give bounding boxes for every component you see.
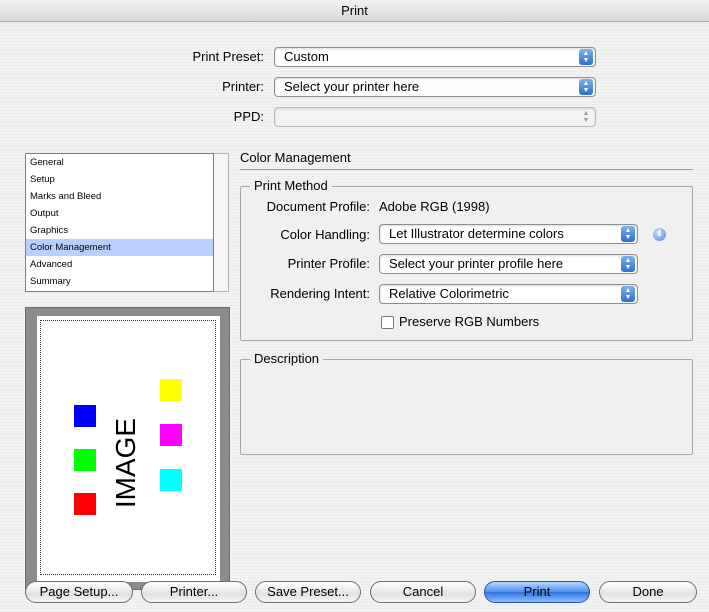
sidebar-item-setup[interactable]: Setup: [26, 171, 213, 188]
preview-page: IMAGE: [37, 316, 220, 582]
color-handling-label: Color Handling:: [280, 227, 370, 242]
preview-swatch-blue: [74, 405, 96, 427]
print-preset-value: Custom: [284, 49, 329, 64]
printer-profile-popup[interactable]: Select your printer profile here ▲ ▼: [379, 254, 638, 274]
window-title: Print: [0, 0, 709, 22]
print-dialog: Print Preset: Custom ▲ ▼ Printer: Select …: [0, 22, 709, 612]
rendering-intent-value: Relative Colorimetric: [389, 286, 509, 301]
page-setup-button[interactable]: Page Setup...: [25, 581, 133, 603]
description-legend: Description: [250, 351, 324, 366]
document-profile-value: Adobe RGB (1998): [379, 199, 490, 214]
color-handling-value: Let Illustrator determine colors: [389, 226, 564, 241]
ppd-label: PPD:: [233, 109, 264, 124]
printer-profile-value: Select your printer profile here: [389, 256, 564, 271]
print-button[interactable]: Print: [484, 581, 590, 603]
preview-swatch-yellow: [160, 379, 182, 401]
sidebar-item-marks-and-bleed[interactable]: Marks and Bleed: [26, 188, 213, 205]
description-text: [252, 374, 682, 448]
print-preview: IMAGE: [25, 307, 230, 590]
category-list-scrollbar[interactable]: [214, 153, 229, 292]
sidebar-item-graphics[interactable]: Graphics: [26, 222, 213, 239]
cancel-button[interactable]: Cancel: [370, 581, 476, 603]
popup-arrows-icon: ▲ ▼: [621, 286, 635, 302]
popup-arrows-icon: ▲ ▼: [621, 226, 635, 242]
popup-arrows-icon: ▲ ▼: [579, 49, 593, 65]
print-preset-label: Print Preset:: [192, 49, 264, 64]
sidebar-item-summary[interactable]: Summary: [26, 273, 213, 290]
done-button[interactable]: Done: [599, 581, 697, 603]
preview-image-label: IMAGE: [110, 417, 141, 509]
info-icon[interactable]: i: [653, 228, 666, 241]
sidebar-item-color-management[interactable]: Color Management: [26, 239, 213, 256]
color-handling-popup[interactable]: Let Illustrator determine colors ▲ ▼: [379, 224, 638, 244]
popup-arrows-icon: ▲ ▼: [579, 79, 593, 95]
printer-label: Printer:: [222, 79, 264, 94]
preview-swatch-magenta: [160, 424, 182, 446]
rendering-intent-popup[interactable]: Relative Colorimetric ▲ ▼: [379, 284, 638, 304]
print-preset-popup[interactable]: Custom ▲ ▼: [274, 47, 596, 67]
sidebar-item-advanced[interactable]: Advanced: [26, 256, 213, 273]
rendering-intent-label: Rendering Intent:: [270, 286, 370, 301]
print-method-legend: Print Method: [250, 178, 332, 193]
preserve-rgb-label[interactable]: Preserve RGB Numbers: [399, 314, 539, 329]
save-preset-button[interactable]: Save Preset...: [255, 581, 361, 603]
printer-profile-label: Printer Profile:: [287, 256, 370, 271]
preserve-rgb-checkbox[interactable]: [381, 316, 394, 329]
sidebar-item-general[interactable]: General: [26, 154, 213, 171]
printer-popup[interactable]: Select your printer here ▲ ▼: [274, 77, 596, 97]
preview-imageable-area: IMAGE: [40, 320, 216, 575]
preview-swatch-cyan: [160, 469, 182, 491]
popup-arrows-icon: ▲ ▼: [582, 110, 590, 124]
preview-swatch-green: [74, 449, 96, 471]
preview-swatch-red: [74, 493, 96, 515]
popup-arrows-icon: ▲ ▼: [621, 256, 635, 272]
sidebar-item-output[interactable]: Output: [26, 205, 213, 222]
printer-value: Select your printer here: [284, 79, 420, 94]
ppd-popup: ▲ ▼: [274, 107, 596, 127]
section-title: Color Management: [240, 150, 693, 170]
category-list[interactable]: General Setup Marks and Bleed Output Gra…: [25, 153, 214, 292]
printer-button[interactable]: Printer...: [141, 581, 247, 603]
document-profile-label: Document Profile:: [266, 199, 370, 214]
